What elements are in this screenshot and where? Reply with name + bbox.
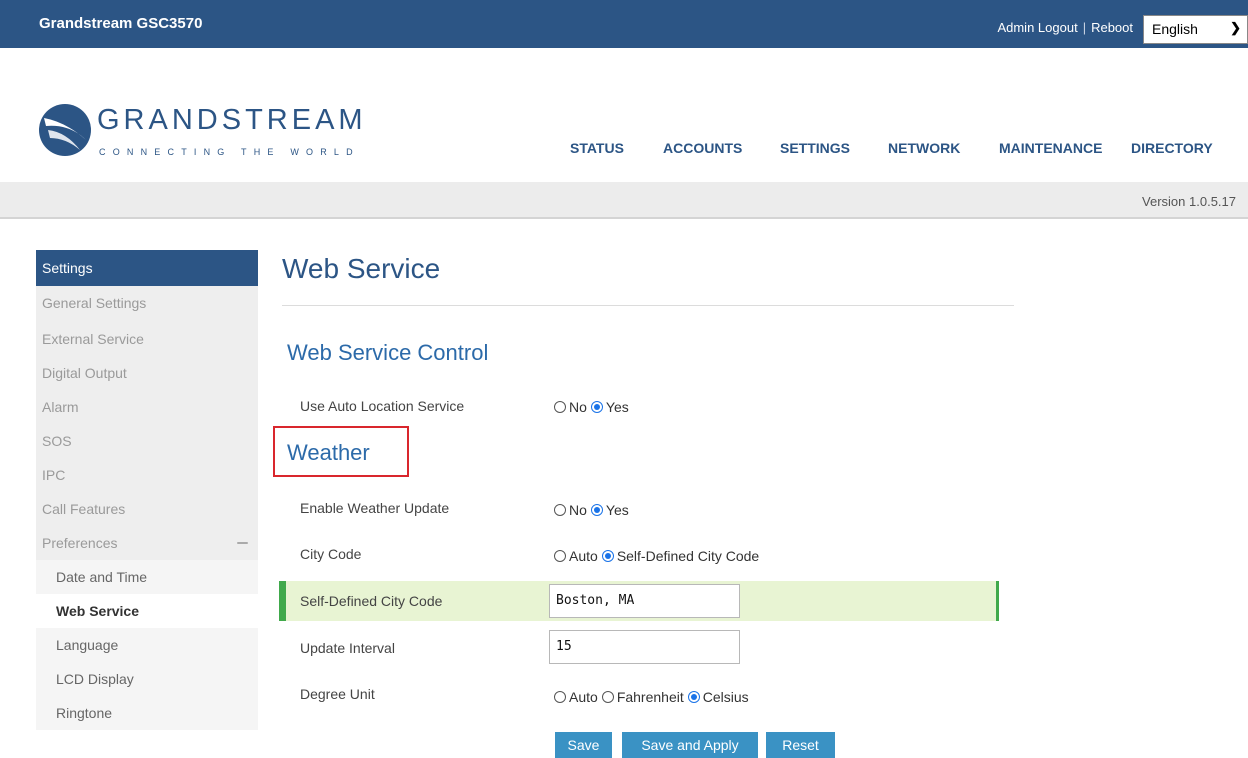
admin-logout-link[interactable]: Admin Logout — [997, 20, 1077, 35]
degree-unit-radio-group: Auto Fahrenheit Celsius — [554, 689, 753, 705]
nav-settings[interactable]: SETTINGS — [780, 140, 850, 156]
nav-status[interactable]: STATUS — [570, 140, 624, 156]
sidebar-subitem-label: Web Service — [56, 603, 140, 619]
reset-button[interactable]: Reset — [766, 732, 835, 758]
sidebar-item-label: General Settings — [42, 295, 147, 311]
sidebar-item-label: Preferences — [42, 535, 118, 551]
main-nav: STATUS ACCOUNTS SETTINGS NETWORK MAINTEN… — [0, 140, 1248, 160]
radio-option-label: Auto — [569, 548, 598, 564]
sidebar-subitem-web-service[interactable]: Web Service — [36, 594, 258, 628]
auto-location-label: Use Auto Location Service — [300, 398, 465, 414]
self-defined-city-label: Self-Defined City Code — [300, 593, 443, 609]
self-defined-city-input[interactable]: Boston, MA — [549, 584, 740, 618]
sidebar-item-sos[interactable]: SOS — [36, 424, 258, 458]
language-select[interactable]: English ❯ — [1143, 15, 1248, 44]
sidebar-item-external-service[interactable]: External Service — [36, 322, 258, 356]
sidebar-subitem-label: Date and Time — [56, 569, 148, 585]
degree-unit-celsius-radio[interactable] — [687, 691, 700, 703]
sidebar-subitem-language[interactable]: Language — [36, 628, 258, 662]
sidebar-item-digital-output[interactable]: Digital Output — [36, 356, 258, 390]
top-links-separator: | — [1082, 20, 1087, 35]
sidebar-subitem-label: LCD Display — [56, 671, 134, 687]
sidebar-item-general-settings[interactable]: General Settings — [36, 286, 258, 322]
degree-unit-label: Degree Unit — [300, 686, 375, 702]
weather-update-radio-group: No Yes — [554, 502, 633, 518]
sidebar-subitem-label: Ringtone — [56, 705, 113, 721]
sidebar-item-alarm[interactable]: Alarm — [36, 390, 258, 424]
city-code-radio-group: Auto Self-Defined City Code — [554, 548, 763, 564]
top-bar: Grandstream GSC3570 Admin Logout | Reboot … — [0, 0, 1248, 48]
sidebar-header: Settings — [36, 250, 258, 286]
nav-maintenance[interactable]: MAINTENANCE — [999, 140, 1102, 156]
radio-option-label: Auto — [569, 689, 598, 705]
chevron-down-icon: ❯ — [1230, 20, 1241, 35]
version-label: Version 1.0.5.17 — [1142, 194, 1236, 209]
collapse-icon[interactable] — [237, 542, 248, 544]
city-code-auto-radio[interactable] — [554, 550, 566, 562]
sidebar-subitem-ringtone[interactable]: Ringtone — [36, 696, 258, 730]
logo-wordmark: GRANDSTREAM — [97, 104, 367, 136]
nav-network[interactable]: NETWORK — [888, 140, 960, 156]
sidebar-item-label: Call Features — [42, 501, 126, 517]
save-button[interactable]: Save — [555, 732, 612, 758]
degree-unit-fahrenheit-radio[interactable] — [601, 691, 614, 703]
radio-option-label: Fahrenheit — [616, 689, 684, 705]
sidebar-item-preferences[interactable]: Preferences — [36, 526, 258, 560]
radio-option-label: No — [569, 399, 587, 415]
version-bar: Version 1.0.5.17 — [0, 182, 1248, 219]
city-code-self-defined-radio[interactable] — [601, 550, 614, 562]
update-interval-input[interactable]: 15 — [549, 630, 740, 664]
sidebar-item-call-features[interactable]: Call Features — [36, 492, 258, 526]
save-and-apply-button[interactable]: Save and Apply — [622, 732, 758, 758]
sidebar-subitem-label: Language — [56, 637, 119, 653]
sidebar-item-ipc[interactable]: IPC — [36, 458, 258, 492]
radio-option-label: No — [569, 502, 587, 518]
weather-update-label: Enable Weather Update — [300, 500, 450, 516]
sidebar-subitem-lcd-display[interactable]: LCD Display — [36, 662, 258, 696]
device-title: Grandstream GSC3570 — [39, 15, 203, 32]
sidebar-item-label: Alarm — [42, 399, 79, 415]
weather-update-no-radio[interactable] — [554, 504, 566, 516]
nav-accounts[interactable]: ACCOUNTS — [663, 140, 742, 156]
sidebar-subitem-date-and-time[interactable]: Date and Time — [36, 560, 258, 594]
city-code-label: City Code — [300, 546, 362, 562]
sidebar: Settings General Settings External Servi… — [36, 250, 258, 730]
language-select-value: English — [1152, 21, 1198, 37]
degree-unit-auto-radio[interactable] — [554, 691, 566, 703]
auto-location-yes-radio[interactable] — [590, 401, 603, 413]
radio-option-label: Celsius — [702, 689, 749, 705]
sidebar-item-label: External Service — [42, 331, 144, 347]
annotation-highlight-box — [273, 426, 409, 477]
radio-option-label: Self-Defined City Code — [616, 548, 760, 564]
sidebar-item-label: SOS — [42, 433, 72, 449]
section-heading-web-service-control: Web Service Control — [287, 340, 489, 365]
update-interval-label: Update Interval — [300, 640, 395, 656]
radio-option-label: Yes — [605, 502, 629, 518]
auto-location-radio-group: No Yes — [554, 399, 633, 415]
page-title: Web Service — [282, 253, 441, 284]
sidebar-item-label: IPC — [42, 467, 66, 483]
nav-directory[interactable]: DIRECTORY — [1131, 140, 1213, 156]
weather-update-yes-radio[interactable] — [590, 504, 603, 516]
auto-location-no-radio[interactable] — [554, 401, 566, 413]
reboot-link[interactable]: Reboot — [1091, 20, 1133, 35]
title-divider — [282, 305, 1014, 306]
sidebar-item-label: Digital Output — [42, 365, 127, 381]
radio-option-label: Yes — [605, 399, 629, 415]
top-links: Admin Logout | Reboot — [997, 20, 1133, 35]
